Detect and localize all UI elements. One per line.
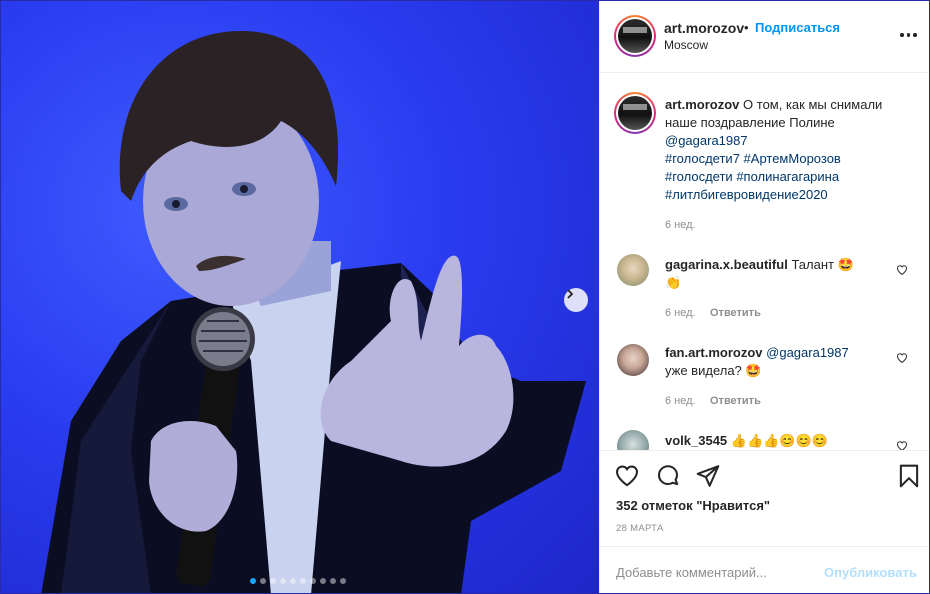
hashtag[interactable]: #полинагагарина <box>736 169 839 184</box>
avatar[interactable] <box>614 15 656 57</box>
follow-button[interactable]: Подписаться <box>755 20 840 35</box>
comment-text: уже видела? <box>665 363 742 378</box>
carousel-dot <box>250 578 256 584</box>
publish-button[interactable]: Опубликовать <box>824 565 917 580</box>
hashtag[interactable]: #АртемМорозов <box>744 151 841 166</box>
comment-time: 6 нед. <box>665 395 696 407</box>
carousel-dot <box>310 578 316 584</box>
post-header: art.morozov • Подписаться Moscow <box>600 1 929 73</box>
carousel-dot <box>290 578 296 584</box>
post-modal: art.morozov • Подписаться Moscow art.mor… <box>0 0 930 594</box>
comment-text: Талант <box>791 257 834 272</box>
comment-time: 6 нед. <box>665 307 696 319</box>
photo-illustration <box>41 31 586 593</box>
comment-text: 👍👍👍😊😊😊 <box>730 433 828 448</box>
comment-avatar[interactable] <box>617 254 649 286</box>
caption-avatar[interactable] <box>614 92 656 134</box>
comment-emoji: 🤩 <box>745 363 762 378</box>
comment-avatar[interactable] <box>617 344 649 376</box>
share-icon[interactable] <box>695 463 721 489</box>
carousel-dot <box>260 578 266 584</box>
comments-list[interactable]: art.morozov О том, как мы снимали наше п… <box>600 74 929 450</box>
carousel-dots <box>250 578 346 584</box>
bookmark-icon[interactable] <box>896 463 922 489</box>
comment-username[interactable]: fan.art.morozov <box>665 345 763 360</box>
comment-username[interactable]: volk_3545 <box>665 433 727 448</box>
carousel-dot <box>280 578 286 584</box>
post-actions: 352 отметок "Нравится" 28 МАРТА <box>600 450 929 546</box>
reply-button[interactable]: Ответить <box>710 395 761 407</box>
post-sidebar: art.morozov • Подписаться Moscow art.mor… <box>599 1 929 593</box>
more-options-icon[interactable] <box>900 27 920 43</box>
comment-mention[interactable]: @gagara1987 <box>766 345 849 360</box>
comment-username[interactable]: gagarina.x.beautiful <box>665 257 788 272</box>
header-username[interactable]: art.morozov <box>664 20 744 36</box>
comment-emoji: 🤩 <box>837 257 854 272</box>
carousel-dot <box>270 578 276 584</box>
hashtag[interactable]: #голосдети <box>665 169 733 184</box>
chevron-right-icon <box>567 289 574 299</box>
hashtag[interactable]: #голосдети7 <box>665 151 740 166</box>
reply-button[interactable]: Ответить <box>710 307 761 319</box>
separator-bullet: • <box>744 20 749 35</box>
comment: volk_3545 👍👍👍😊😊😊 <box>665 432 880 450</box>
comment-icon[interactable] <box>655 463 681 489</box>
heart-icon[interactable] <box>614 463 640 489</box>
comment-input[interactable] <box>616 561 806 583</box>
location-link[interactable]: Moscow <box>664 38 708 52</box>
hashtag[interactable]: #литлбигевровидение2020 <box>665 187 828 202</box>
comment-emoji: 👏 <box>665 275 682 290</box>
post-date: 28 МАРТА <box>616 523 664 534</box>
carousel-dot <box>320 578 326 584</box>
caption: art.morozov О том, как мы снимали наше п… <box>665 96 915 204</box>
comment: fan.art.morozov @gagara1987 уже видела? … <box>665 344 880 380</box>
carousel-dot <box>340 578 346 584</box>
comment-like-icon[interactable] <box>896 440 908 450</box>
caption-time: 6 нед. <box>665 219 696 231</box>
likes-count[interactable]: 352 отметок "Нравится" <box>616 498 770 513</box>
comment-avatar[interactable] <box>617 430 649 450</box>
comment-like-icon[interactable] <box>896 264 908 276</box>
carousel-dot <box>330 578 336 584</box>
caption-username[interactable]: art.morozov <box>665 97 739 112</box>
caption-mention[interactable]: @gagara1987 <box>665 133 748 148</box>
add-comment-bar: Опубликовать <box>600 546 929 593</box>
comment: gagarina.x.beautiful Талант 🤩 👏 <box>665 256 880 292</box>
comment-like-icon[interactable] <box>896 352 908 364</box>
post-photo[interactable] <box>1 1 599 593</box>
carousel-dot <box>300 578 306 584</box>
next-slide-button[interactable] <box>564 288 588 312</box>
